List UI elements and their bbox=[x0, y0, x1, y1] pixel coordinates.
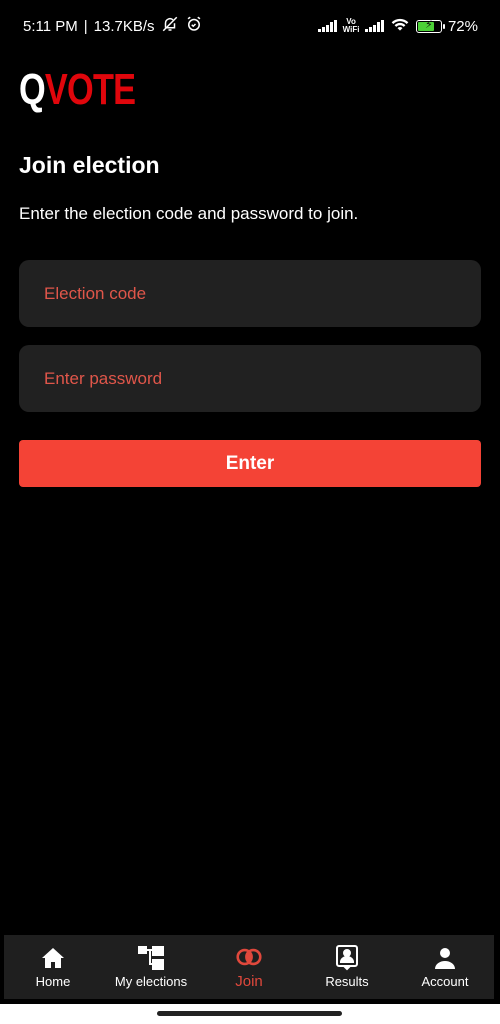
home-icon bbox=[40, 946, 66, 970]
join-election-screen: 5:11 PM | 13.7KB/s Vo WiFi ⚡ 72% QVOTE J… bbox=[0, 0, 500, 1024]
battery-percent: 72% bbox=[447, 17, 478, 35]
nav-item-my-elections[interactable]: My elections bbox=[102, 935, 200, 999]
nav-label-join: Join bbox=[235, 972, 263, 990]
nav-item-results[interactable]: Results bbox=[298, 935, 396, 999]
status-bar: 5:11 PM | 13.7KB/s Vo WiFi ⚡ 72% bbox=[0, 0, 500, 50]
enter-button[interactable]: Enter bbox=[19, 440, 481, 487]
nav-label-my-elections: My elections bbox=[114, 973, 188, 989]
signal-icon bbox=[318, 20, 337, 32]
nav-item-account[interactable]: Account bbox=[396, 935, 494, 999]
hierarchy-icon bbox=[138, 945, 164, 970]
join-rings-icon bbox=[236, 945, 262, 969]
password-input[interactable] bbox=[19, 345, 481, 412]
person-icon bbox=[432, 946, 458, 970]
vowifi-bottom: WiFi bbox=[342, 25, 360, 34]
status-left: 5:11 PM | 13.7KB/s bbox=[23, 15, 203, 37]
status-separator: | bbox=[83, 17, 88, 35]
bolt-icon: ⚡ bbox=[424, 18, 433, 31]
results-badge-icon bbox=[334, 944, 360, 970]
network-speed: 13.7KB/s bbox=[93, 17, 155, 35]
page-subtitle: Enter the election code and password to … bbox=[19, 204, 359, 223]
election-code-input[interactable] bbox=[19, 260, 481, 327]
battery-charging-icon: ⚡ bbox=[415, 18, 445, 33]
vowifi-icon: Vo WiFi bbox=[343, 18, 360, 34]
bottom-nav: Home My elections Join Results Account bbox=[4, 935, 494, 999]
nav-item-home[interactable]: Home bbox=[4, 935, 102, 999]
nav-label-home: Home bbox=[35, 973, 71, 989]
signal-icon-2 bbox=[365, 20, 384, 32]
wifi-icon bbox=[390, 16, 410, 36]
nav-label-account: Account bbox=[421, 973, 469, 989]
status-right: Vo WiFi ⚡ 72% bbox=[318, 16, 478, 36]
status-time: 5:11 PM bbox=[23, 17, 78, 35]
logo-vote: VOTE bbox=[44, 65, 136, 114]
logo-q: Q bbox=[19, 65, 46, 114]
app-logo: QVOTE bbox=[19, 65, 136, 114]
alarm-icon bbox=[185, 15, 203, 37]
nav-item-join[interactable]: Join bbox=[200, 935, 298, 999]
gesture-handle[interactable] bbox=[157, 1011, 342, 1016]
nav-label-results: Results bbox=[325, 973, 369, 989]
bell-muted-icon bbox=[161, 15, 179, 37]
page-title: Join election bbox=[19, 152, 160, 178]
